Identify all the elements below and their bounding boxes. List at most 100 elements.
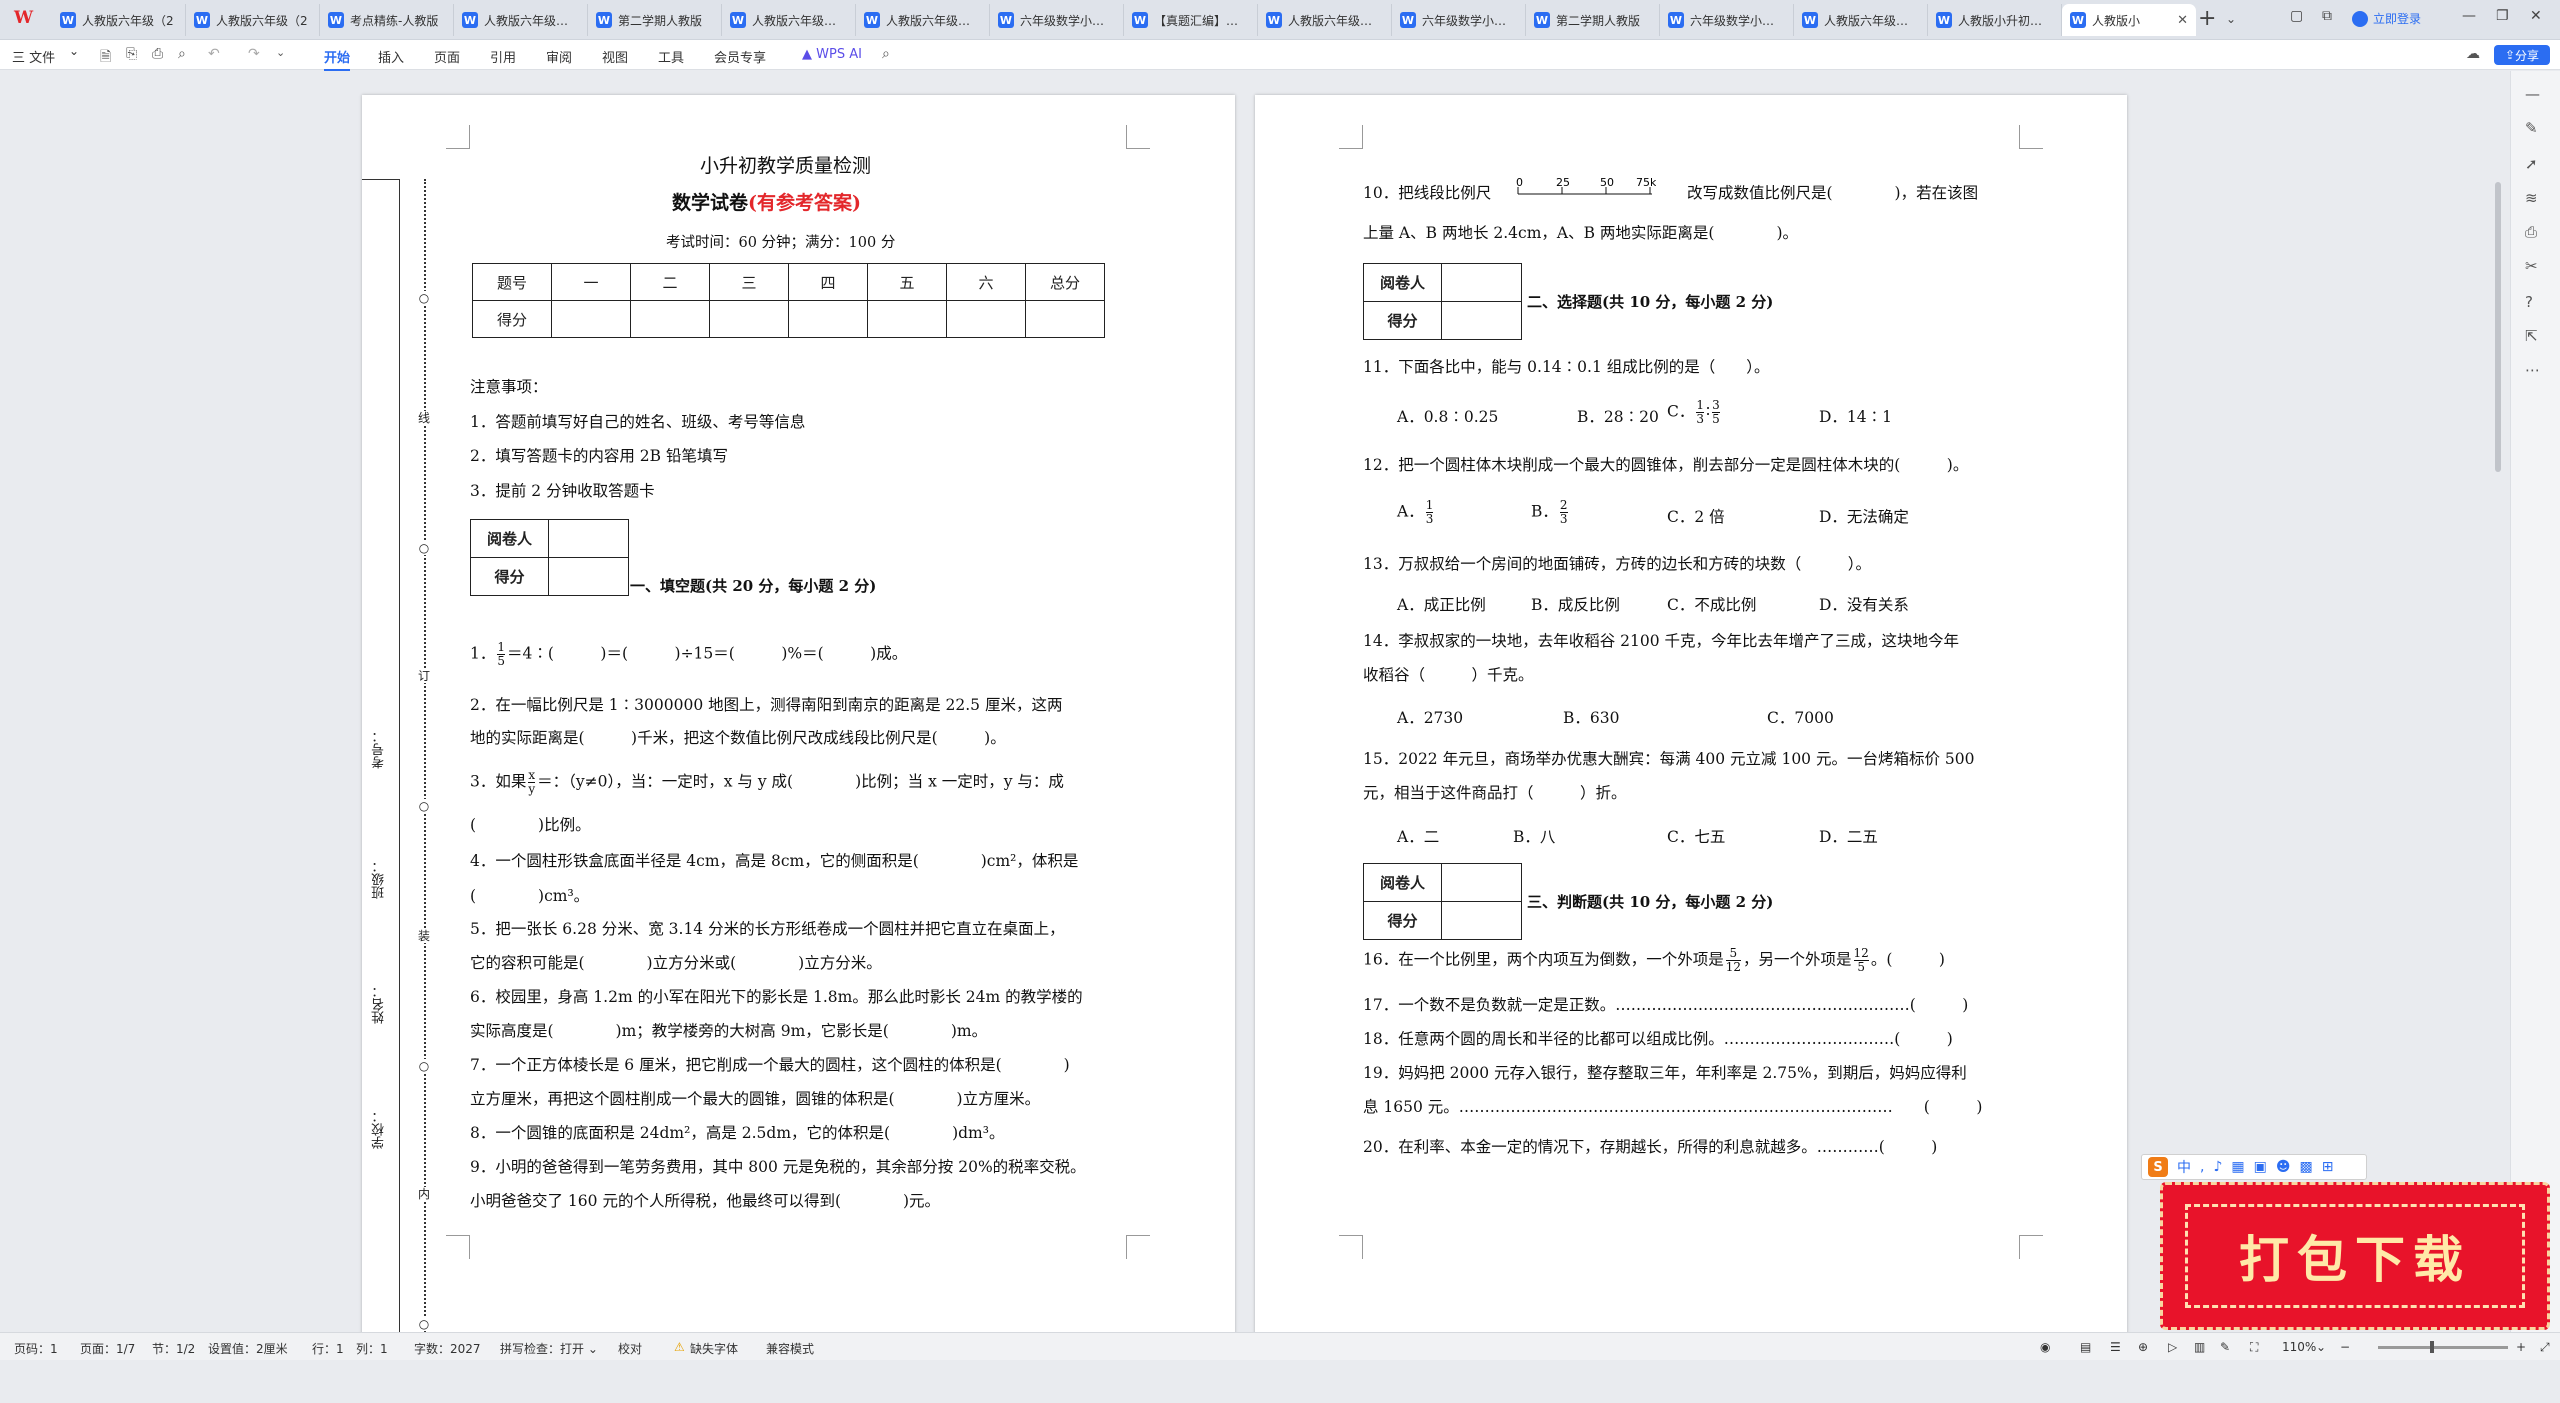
missing-font-button[interactable]: 缺失字体 (690, 1340, 738, 1357)
download-banner[interactable]: 打包下载 (2160, 1182, 2550, 1330)
document-tab[interactable]: W 人教版六年级下册 (856, 4, 990, 36)
expand-icon[interactable]: ⤢ (2540, 1340, 2550, 1355)
skin-icon[interactable]: ▣ (2254, 1159, 2267, 1175)
save-icon[interactable]: 🗎 (100, 46, 111, 70)
document-tab[interactable]: W 六年级数学小升初 (1660, 4, 1794, 36)
translate-icon[interactable]: ⎙ (2525, 223, 2537, 241)
document-tab[interactable]: W 第二学期人教版 (588, 4, 722, 36)
document-page-1[interactable]: 考号： 班级： 姓名： 学校： ○ 线 ○ 订 ○ 装 ○ 内 ○ 小升初教学质… (362, 95, 1235, 1339)
proofread-button[interactable]: 校对 (618, 1340, 642, 1357)
tab-manage-icon[interactable]: ⧉ (2322, 8, 2332, 24)
input-method-toolbar[interactable]: S 中 , ♪ ▦ ▣ ☻ ▩ ⊞ (2141, 1154, 2367, 1180)
document-tab[interactable]: W 人教版六年级下册 (722, 4, 856, 36)
wps-ai-button[interactable]: ▲ WPS AI (802, 47, 862, 62)
share-button[interactable]: ⇪ 分享 (2494, 45, 2550, 65)
document-tab[interactable]: W 人教版六年级（2 (186, 4, 320, 36)
undo-icon[interactable]: ↶ (208, 46, 220, 62)
document-tab[interactable]: W 人教版小 ✕ (2062, 4, 2196, 36)
grid-icon[interactable]: ⊞ (2322, 1159, 2334, 1175)
document-tab[interactable]: W 人教版六年级下册 (454, 4, 588, 36)
spell-check-toggle[interactable]: 拼写检查：打开 ⌄ (500, 1340, 598, 1357)
close-window-icon[interactable]: ✕ (2530, 8, 2542, 24)
scrollbar-thumb[interactable] (2495, 182, 2501, 472)
status-page[interactable]: 页面：1/7 (80, 1340, 135, 1357)
keyboard-icon[interactable]: ▦ (2231, 1159, 2244, 1175)
reviewer-cell[interactable] (548, 519, 629, 558)
minus-icon[interactable]: — (2525, 85, 2540, 103)
document-tab[interactable]: W 人教版小升初数学 (1928, 4, 2062, 36)
outline-view-icon[interactable]: ☰ (2110, 1340, 2121, 1354)
cloud-sync-icon[interactable]: ☁ (2466, 46, 2480, 62)
close-tab-icon[interactable]: ✕ (2177, 13, 2188, 28)
document-tab[interactable]: W 【真题汇编】六年 (1124, 4, 1258, 36)
document-tab[interactable]: W 第二学期人教版 (1526, 4, 1660, 36)
microphone-icon[interactable]: ♪ (2213, 1159, 2222, 1175)
document-tab[interactable]: W 人教版六年级下册 (1794, 4, 1928, 36)
status-word-count[interactable]: 字数：2027 (414, 1340, 481, 1357)
document-workspace[interactable]: 考号： 班级： 姓名： 学校： ○ 线 ○ 订 ○ 装 ○ 内 ○ 小升初教学质… (0, 71, 2560, 1339)
score-input-cell[interactable] (1441, 301, 1522, 340)
zoom-slider-knob[interactable] (2430, 1341, 2434, 1353)
ime-language-toggle[interactable]: 中 (2177, 1157, 2191, 1177)
zoom-in-icon[interactable]: + (2516, 1340, 2526, 1354)
restore-icon[interactable]: ❐ (2496, 8, 2509, 24)
zoom-chevron-icon[interactable]: ⌄ (2316, 1340, 2326, 1354)
print-preview-icon[interactable]: ⌕ (178, 46, 186, 62)
score-cell[interactable] (946, 300, 1026, 338)
fit-page-icon[interactable]: ⛶ (2250, 1340, 2258, 1355)
toolbox-icon[interactable]: ▩ (2299, 1159, 2312, 1175)
minimize-icon[interactable]: — (2462, 8, 2476, 24)
document-tab[interactable]: W 六年级数学小升初 (990, 4, 1124, 36)
cursor-icon[interactable]: ➚ (2525, 155, 2538, 173)
score-cell[interactable] (788, 300, 868, 338)
window-layout-icon[interactable]: ▢ (2290, 8, 2303, 24)
document-tab[interactable]: W 人教版六年级下册 (1258, 4, 1392, 36)
tab-review[interactable]: 审阅 (546, 47, 572, 66)
web-view-icon[interactable]: ⊕ (2138, 1340, 2148, 1354)
tools-icon[interactable]: ✂ (2525, 257, 2538, 275)
tab-insert[interactable]: 插入 (378, 47, 404, 66)
tab-tools[interactable]: 工具 (658, 47, 684, 66)
settings-sliders-icon[interactable]: ≋ (2525, 189, 2538, 207)
score-cell[interactable] (551, 300, 631, 338)
tab-list-chevron-icon[interactable]: ⌄ (2226, 12, 2236, 26)
quick-access-chevron-icon[interactable]: ⌄ (276, 46, 285, 59)
status-row[interactable]: 行：1 (312, 1340, 344, 1357)
score-input-cell[interactable] (1441, 901, 1522, 940)
reviewer-cell[interactable] (1441, 863, 1522, 902)
new-tab-button[interactable]: + (2198, 6, 2216, 31)
punctuation-icon[interactable]: , (2200, 1159, 2204, 1175)
score-cell[interactable] (867, 300, 947, 338)
zoom-out-icon[interactable]: − (2340, 1340, 2350, 1354)
page-view-icon[interactable]: ▤ (2080, 1340, 2091, 1354)
print-icon[interactable]: ⎙ (152, 46, 163, 62)
read-mode-icon[interactable]: ▥ (2194, 1340, 2205, 1354)
dropdown-chevron-icon[interactable]: ⌄ (69, 44, 79, 58)
tab-reference[interactable]: 引用 (490, 47, 516, 66)
tab-home[interactable]: 开始 (324, 47, 351, 71)
share-arrow-icon[interactable]: ⇱ (2525, 327, 2538, 345)
score-cell[interactable] (709, 300, 789, 338)
document-page-2[interactable]: 10．把线段比例尺 改写成数值比例尺是( )，若在该图 上量 A、B 两地长 2… (1255, 95, 2127, 1339)
tab-page[interactable]: 页面 (434, 47, 460, 66)
search-icon[interactable]: ⌕ (882, 46, 890, 62)
zoom-level[interactable]: 110% (2282, 1340, 2316, 1354)
eye-protection-icon[interactable]: ◉ (2040, 1340, 2050, 1354)
score-input-cell[interactable] (548, 557, 629, 596)
zoom-slider[interactable] (2378, 1346, 2508, 1349)
reviewer-cell[interactable] (1441, 263, 1522, 302)
more-icon[interactable]: ⋯ (2525, 361, 2540, 379)
document-tab[interactable]: W 六年级数学小升初 (1392, 4, 1526, 36)
status-section[interactable]: 节：1/2 (152, 1340, 195, 1357)
status-col[interactable]: 列：1 (356, 1340, 388, 1357)
export-pdf-icon[interactable]: ⎘ (126, 46, 137, 62)
emoji-icon[interactable]: ☻ (2276, 1159, 2291, 1175)
status-page-code[interactable]: 页码：1 (14, 1340, 58, 1357)
help-icon[interactable]: ? (2525, 293, 2533, 311)
pen-icon[interactable]: ✎ (2525, 119, 2538, 137)
redo-icon[interactable]: ↷ (248, 46, 260, 62)
status-setting[interactable]: 设置值：2厘米 (208, 1340, 288, 1357)
score-cell[interactable] (1025, 300, 1105, 338)
score-cell[interactable] (630, 300, 710, 338)
file-menu[interactable]: 三 文件 (12, 47, 55, 66)
